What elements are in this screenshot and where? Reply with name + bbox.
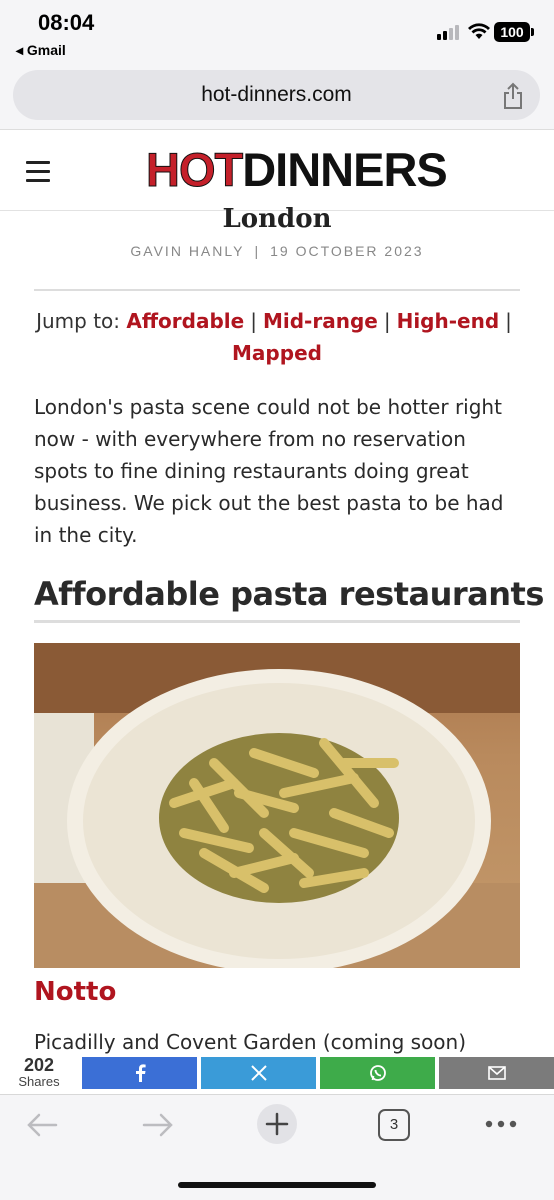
share-bar: 202 Shares (0, 1054, 554, 1094)
new-tab-plus-icon[interactable] (256, 1103, 298, 1145)
menu-icon[interactable] (26, 161, 50, 183)
jump-link-mid-range[interactable]: Mid-range (263, 309, 378, 333)
facebook-share-button[interactable] (82, 1057, 197, 1089)
whatsapp-share-button[interactable] (320, 1057, 435, 1089)
jump-separator: | (505, 309, 512, 333)
divider (34, 289, 520, 291)
jump-to-nav: Jump to: Affordable | Mid-range | High-end | … (0, 305, 554, 369)
url-text[interactable]: hot-dinners.com (13, 83, 540, 107)
email-share-button[interactable] (439, 1057, 554, 1089)
back-arrow-icon[interactable] (24, 1109, 60, 1141)
facebook-icon (135, 1064, 146, 1082)
status-time: 08:04 (38, 10, 95, 35)
logo-dinners-text: DINNERS (242, 143, 448, 196)
status-bar: 08:04 ◂ Gmail 100 (0, 0, 554, 66)
forward-arrow-icon[interactable] (140, 1109, 176, 1141)
share-count: 202 Shares (14, 1056, 64, 1090)
x-share-button[interactable] (201, 1057, 316, 1089)
whatsapp-icon (369, 1065, 386, 1081)
cellular-signal-icon (437, 24, 463, 40)
browser-toolbar: 3 (0, 1094, 554, 1200)
address-bar[interactable]: hot-dinners.com (13, 70, 540, 120)
hot-dinners-logo[interactable]: HOTDINNERS (145, 143, 448, 196)
jump-link-affordable[interactable]: Affordable (126, 309, 244, 333)
share-count-label: Shares (18, 1074, 60, 1089)
battery-icon: 100 (494, 22, 534, 42)
share-count-number: 202 (23, 1055, 55, 1075)
section-underline (34, 620, 520, 623)
envelope-icon (487, 1066, 506, 1080)
home-indicator (178, 1182, 376, 1188)
back-to-gmail-link[interactable]: ◂ Gmail (16, 42, 66, 59)
article-intro: London's pasta scene could not be hotter… (34, 395, 504, 547)
jump-link-mapped[interactable]: Mapped (232, 341, 322, 365)
site-header: HOTDINNERS (0, 131, 554, 211)
more-options-icon[interactable] (484, 1117, 518, 1131)
wifi-icon (468, 23, 490, 39)
jump-separator: | (383, 309, 391, 333)
pasta-dish-photo (34, 643, 520, 968)
jump-link-high-end[interactable]: High-end (397, 309, 500, 333)
publish-date: 19 OCTOBER 2023 (270, 243, 424, 259)
x-icon (250, 1065, 267, 1081)
jump-separator: | (250, 309, 257, 333)
browser-address-area: hot-dinners.com (0, 66, 554, 130)
restaurant-name-link[interactable]: Notto (34, 977, 116, 1007)
author-name[interactable]: GAVIN HANLY (130, 243, 244, 259)
byline-separator: | (254, 243, 261, 259)
byline: GAVIN HANLY | 19 OCTOBER 2023 (0, 243, 554, 259)
tab-switcher-button[interactable]: 3 (378, 1109, 410, 1141)
article-title: London (222, 204, 332, 234)
restaurant-location: Picadilly and Covent Garden (coming soon… (34, 1030, 467, 1054)
logo-hot-text: HOT (145, 143, 243, 196)
section-heading-affordable: Affordable pasta restaurants (34, 575, 544, 613)
share-icon[interactable] (502, 82, 524, 110)
jump-to-label: Jump to: (36, 309, 121, 333)
